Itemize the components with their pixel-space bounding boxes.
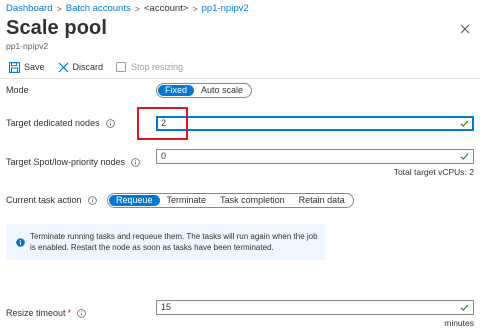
resize-timeout-label-text: Resize timeout: [6, 308, 66, 318]
stop-resizing-label: Stop resizing: [131, 62, 184, 72]
checkmark-icon: [460, 120, 469, 127]
close-icon: [58, 62, 68, 72]
resize-timeout-value: 15: [161, 302, 172, 312]
task-action-task-completion[interactable]: Task completion: [213, 195, 292, 206]
save-button[interactable]: Save: [9, 58, 45, 76]
total-vcpus-hint: Total target vCPUs: 2: [393, 167, 474, 177]
checkmark-icon: [460, 153, 469, 160]
info-icon[interactable]: [77, 308, 86, 318]
info-filled-icon: [16, 234, 25, 252]
resize-timeout-unit: minutes: [444, 318, 474, 328]
close-icon: [460, 24, 470, 34]
page-subtitle: pp1-npipv2: [6, 41, 49, 51]
breadcrumb: Dashboard > Batch accounts > <account> >…: [6, 3, 249, 14]
save-icon: [9, 61, 20, 73]
breadcrumb-pool[interactable]: pp1-npipv2: [202, 3, 249, 14]
breadcrumb-separator: >: [134, 3, 140, 14]
task-action-label: Current task action: [6, 195, 97, 205]
mode-label-text: Mode: [6, 85, 29, 95]
breadcrumb-separator: >: [56, 3, 62, 14]
target-dedicated-value: 2: [161, 118, 167, 128]
mode-toggle: Fixed Auto scale: [156, 83, 253, 98]
toolbar-divider: [0, 78, 480, 79]
breadcrumb-batch-accounts[interactable]: Batch accounts: [66, 3, 131, 14]
required-marker: *: [67, 308, 72, 318]
mode-label: Mode: [6, 85, 29, 95]
task-action-toggle: Requeue Terminate Task completion Retain…: [107, 193, 354, 208]
info-message-text: Terminate running tasks and requeue them…: [30, 232, 318, 252]
resize-timeout-input[interactable]: 15: [156, 300, 474, 315]
target-dedicated-label-text: Target dedicated nodes: [6, 118, 100, 128]
checkbox-box: [116, 62, 127, 72]
discard-label: Discard: [72, 62, 104, 72]
save-label: Save: [24, 62, 45, 72]
mode-option-fixed[interactable]: Fixed: [158, 85, 195, 96]
target-spot-value: 0: [161, 151, 167, 161]
breadcrumb-separator: >: [192, 3, 198, 14]
command-bar: Save Discard Stop resizing: [0, 57, 480, 77]
breadcrumb-account[interactable]: <account>: [144, 3, 188, 14]
discard-button[interactable]: Discard: [58, 58, 104, 76]
target-spot-label-text: Target Spot/low-priority nodes: [6, 157, 126, 167]
target-dedicated-label: Target dedicated nodes: [6, 118, 115, 128]
checkmark-icon: [460, 304, 469, 311]
target-spot-label: Target Spot/low-priority nodes: [6, 157, 140, 167]
info-icon[interactable]: [131, 157, 140, 167]
task-action-retain-data[interactable]: Retain data: [292, 195, 352, 206]
info-icon[interactable]: [87, 195, 97, 205]
breadcrumb-dashboard[interactable]: Dashboard: [6, 3, 52, 14]
task-action-label-text: Current task action: [6, 195, 82, 205]
target-dedicated-input[interactable]: 2: [156, 116, 474, 131]
stop-resizing-checkbox[interactable]: Stop resizing: [116, 58, 183, 76]
info-message: Terminate running tasks and requeue them…: [6, 224, 325, 260]
mode-option-auto-scale[interactable]: Auto scale: [194, 85, 250, 96]
target-spot-input[interactable]: 0: [156, 149, 474, 164]
task-action-terminate[interactable]: Terminate: [160, 195, 214, 206]
task-action-requeue[interactable]: Requeue: [109, 195, 160, 206]
page-title: Scale pool: [6, 17, 108, 39]
resize-timeout-label: Resize timeout *: [6, 308, 86, 318]
close-button[interactable]: [458, 22, 472, 36]
info-icon[interactable]: [105, 118, 115, 128]
